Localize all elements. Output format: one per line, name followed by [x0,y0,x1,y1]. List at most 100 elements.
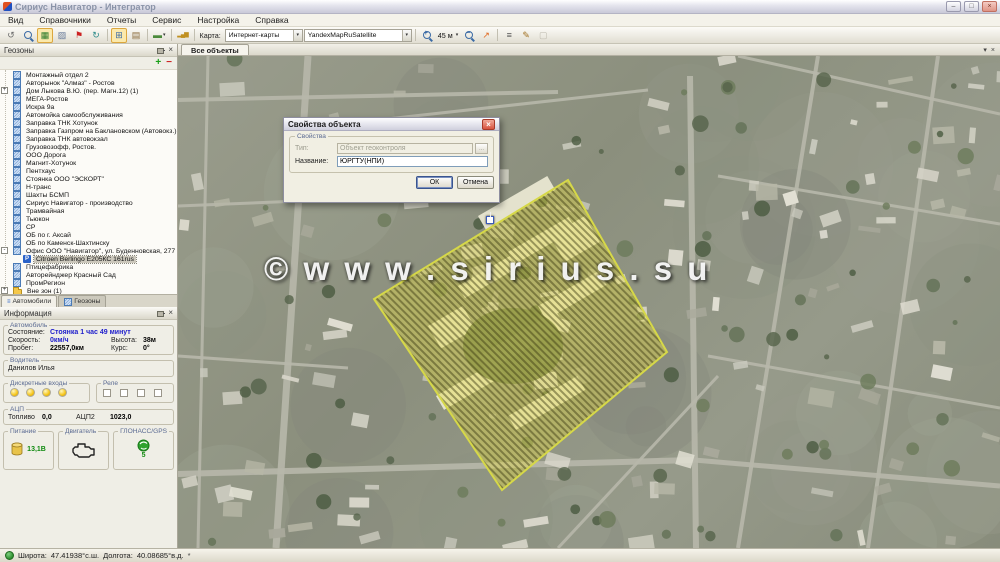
pin-icon[interactable] [156,46,165,54]
geozone-icon [13,199,21,207]
dropdown-arrow-icon[interactable]: ▾ [456,32,459,38]
tab-geozones[interactable]: Геозоны [58,295,106,307]
tree-item-4[interactable]: Искра 9а [0,103,177,111]
alerts-button[interactable]: ⚑ [71,28,87,43]
zoom-in-button[interactable]: + [419,28,435,43]
info-pin-icon[interactable] [156,309,165,317]
tab-close-icon[interactable]: × [991,47,995,54]
tree-item-19[interactable]: СР [0,223,177,231]
tree-item-7[interactable]: Заправка Газпром на Баклановском (Автово… [0,127,177,135]
tree-item-23[interactable]: PCitroen Berlingo Е205КС 161rus [0,255,177,263]
name-input[interactable] [337,156,488,167]
tree-item-20[interactable]: ОБ по г. Аксай [0,231,177,239]
tree-item-5[interactable]: Автомойка самообслуживания [0,111,177,119]
search-button[interactable] [20,28,36,43]
show-geozones-button[interactable]: ▦ [37,28,53,43]
tree-item-25[interactable]: Авторейнджер Красный Сад [0,271,177,279]
reports-button[interactable]: ▤ [128,28,144,43]
watermark: © w w w . s i r i u s . s u [264,250,710,288]
geozone-icon [13,143,21,151]
tree-item-22[interactable]: -Офис ООО "Навигатор", ул. Буденновская,… [0,247,177,255]
discrete-input-led-2 [42,388,51,397]
geozone-icon [13,231,21,239]
menu-item-2[interactable]: Отчеты [99,14,144,26]
add-geozone-button[interactable]: + [155,58,161,68]
map-mode-button[interactable]: ⊞ [111,28,127,43]
menu-item-0[interactable]: Вид [0,14,31,26]
relay-checkbox-3[interactable] [154,389,162,397]
legend-button[interactable]: ≡ [501,28,517,43]
cancel-button[interactable]: Отмена [457,176,494,189]
altitude-value: 38м [143,337,169,344]
tree-item-label: СР [24,224,37,231]
tree-item-27[interactable]: +Вне зон (1) [0,287,177,294]
browse-button[interactable]: ... [475,143,488,154]
tree-item-21[interactable]: ОБ по Каменск-Шахтинску [0,239,177,247]
tree-item-0[interactable]: Монтажный отдел 2 [0,71,177,79]
tree-item-10[interactable]: ООО Дорога [0,151,177,159]
tab-all-objects[interactable]: Все объекты [181,44,249,55]
dialog-close-button[interactable]: × [482,119,495,130]
menu-item-1[interactable]: Справочники [31,14,99,26]
tree-item-26[interactable]: ПромРегион [0,279,177,287]
minimize-button[interactable]: – [946,1,961,12]
tree-item-13[interactable]: Стоянка ООО "ЭСКОРТ" [0,175,177,183]
geozone-icon [13,207,21,215]
tree-item-12[interactable]: Пентхаус [0,167,177,175]
tree-item-24[interactable]: Птицефабрика [0,263,177,271]
vehicle-marker[interactable] [486,216,494,224]
show-tracks-button[interactable]: ▨ [54,28,70,43]
menu-item-4[interactable]: Настройка [189,14,247,26]
map-layer-combo[interactable]: YandexMapRuSatellite▾ [304,29,412,42]
pan-north-button[interactable]: ↗ [478,28,494,43]
vehicle-icon: P [23,255,31,263]
expander-icon[interactable]: - [1,247,8,254]
map-layer-combo-value: YandexMapRuSatellite [308,32,400,39]
info-panel: Автомобиль Состояние: Стоянка 1 час 49 м… [0,320,177,548]
dropdown-arrow-icon[interactable]: ▾ [402,30,411,41]
expander-icon[interactable]: + [1,287,8,294]
vehicle-menu-button[interactable]: ▬▾ [151,28,168,43]
maximize-button[interactable]: □ [964,1,979,12]
geozones-tree[interactable]: Монтажный отдел 2Авторынок "Алмаз" - Рос… [0,70,177,294]
tree-item-label: Авторейнджер Красный Сад [24,272,118,279]
relay-checkbox-2[interactable] [137,389,145,397]
dialog-title-bar[interactable]: Свойства объекта × [284,118,499,131]
tree-item-16[interactable]: Сириус Навигатор - производство [0,199,177,207]
tab-vehicles[interactable]: ≡ Автомобили [1,295,57,307]
update-button[interactable]: ↻ [88,28,104,43]
tree-item-6[interactable]: Заправка ТНК Хотунок [0,119,177,127]
power-group: Питание 13,1В [3,428,54,470]
tree-item-17[interactable]: Трамвайная [0,207,177,215]
menu-item-3[interactable]: Сервис [144,14,189,26]
charts-button[interactable]: ▂▄▆ [175,28,191,43]
expander-icon[interactable]: + [1,87,8,94]
refresh-button[interactable]: ↺ [3,28,19,43]
tree-item-9[interactable]: Грузовозофф, Ростов. [0,143,177,151]
discrete-input-led-0 [10,388,19,397]
tree-item-18[interactable]: Тьюкон [0,215,177,223]
edit-map-button[interactable]: ✎ [518,28,534,43]
state-value: Стоянка 1 час 49 минут [50,329,169,336]
tree-item-15[interactable]: Шахты БСМП [0,191,177,199]
relay-checkbox-1[interactable] [120,389,128,397]
tree-item-14[interactable]: Н-транс [0,183,177,191]
tree-item-3[interactable]: МЕГА-Ростов [0,95,177,103]
relay-checkbox-0[interactable] [103,389,111,397]
tab-list-icon[interactable]: ▾ [983,46,987,54]
close-button[interactable]: × [982,1,997,12]
remove-geozone-button[interactable]: − [166,58,172,68]
panel-close-icon[interactable]: × [168,46,173,54]
tree-item-8[interactable]: Заправка ТНК автовокзал [0,135,177,143]
tree-item-1[interactable]: Авторынок "Алмаз" - Ростов [0,79,177,87]
zoom-scale[interactable]: 45 м▾ [436,29,460,42]
info-close-icon[interactable]: × [168,309,173,317]
zoom-out-button[interactable]: − [461,28,477,43]
tree-item-2[interactable]: +Дом Лыкова В.Ю. (пер. Магн.12) (1) [0,87,177,95]
dropdown-arrow-icon[interactable]: ▾ [293,30,302,41]
menu-item-5[interactable]: Справка [247,14,296,26]
extra-button[interactable]: ▢ [535,28,551,43]
ok-button[interactable]: ОК [416,176,453,189]
map-source-combo[interactable]: Интернет-карты▾ [225,29,303,42]
tree-item-11[interactable]: Магнит-Хотунок [0,159,177,167]
